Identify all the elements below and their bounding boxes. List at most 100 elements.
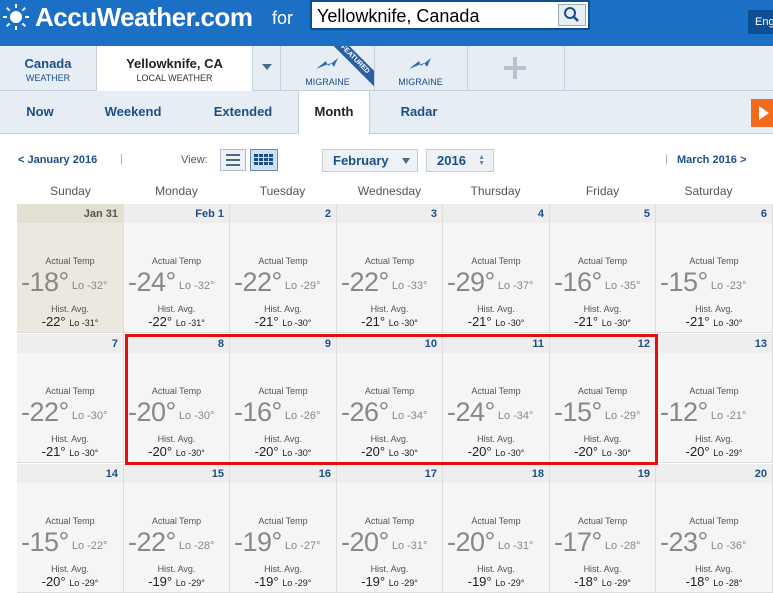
- month-select[interactable]: February: [322, 149, 418, 172]
- search-button[interactable]: [558, 4, 586, 26]
- hist-avg-label: Hist. Avg.: [264, 564, 302, 574]
- lightning-icon: [409, 58, 431, 69]
- migraine-tab[interactable]: MIGRAINE: [374, 46, 468, 90]
- hist-avg-temps: -22° Lo -31°: [124, 314, 229, 329]
- hist-avg-label: Hist. Avg.: [477, 564, 515, 574]
- actual-temp-label: Actual Temp: [45, 516, 95, 526]
- calendar-grid-icon: [254, 154, 273, 165]
- calendar-day-cell[interactable]: Jan 31 Actual Temp -18° Lo -32° Hist. Avg. -2…: [17, 204, 124, 333]
- video-play-button[interactable]: [751, 99, 773, 127]
- weekday-monday: Monday: [155, 184, 198, 198]
- calendar-day-cell[interactable]: 18 Actual Temp -20° Lo -31° Hist. Avg. -19° L…: [443, 464, 550, 593]
- actual-low-temp: Lo -22°: [71, 540, 108, 552]
- hist-avg-temps: -18° Lo -28°: [656, 574, 772, 589]
- chevron-down-icon: [402, 158, 410, 164]
- top-header: AccuWeather.com for Eng: [0, 0, 773, 46]
- tab-extended[interactable]: Extended: [198, 91, 288, 133]
- city-weather-tab[interactable]: Yellowknife, CA LOCAL WEATHER: [96, 46, 253, 91]
- country-weather-tab[interactable]: Canada WEATHER: [0, 46, 96, 90]
- hist-low-temp: Lo -30°: [495, 318, 525, 328]
- tab-now[interactable]: Now: [10, 91, 70, 133]
- hist-high-temp: -21°: [685, 314, 710, 329]
- day-header: [17, 334, 123, 353]
- tab-month[interactable]: Month: [298, 91, 370, 134]
- actual-temp-label: Actual Temp: [258, 516, 308, 526]
- day-number: 3: [430, 208, 437, 220]
- actual-low-temp: Lo -31°: [497, 540, 534, 552]
- day-number: 2: [324, 208, 331, 220]
- hist-high-temp: -19°: [254, 574, 279, 589]
- actual-high-temp: -15°: [660, 267, 708, 297]
- calendar-day-cell[interactable]: Feb 1 Actual Temp -24° Lo -32° Hist. Avg. -22…: [124, 204, 230, 333]
- calendar-day-cell[interactable]: 13 Actual Temp -12° Lo -21° Hist. Avg. -20° L…: [656, 334, 773, 463]
- location-search: [310, 0, 590, 30]
- language-button[interactable]: Eng: [748, 10, 773, 34]
- calendar-day-cell[interactable]: 14 Actual Temp -15° Lo -22° Hist. Avg. -20° L…: [17, 464, 124, 593]
- hist-avg-label: Hist. Avg.: [477, 304, 515, 314]
- hist-high-temp: -21°: [467, 314, 492, 329]
- hist-avg-temps: -22° Lo -31°: [17, 314, 123, 329]
- hist-avg-temps: -21° Lo -30°: [656, 314, 772, 329]
- prev-month-link[interactable]: < January 2016: [18, 154, 97, 166]
- hist-avg-label: Hist. Avg.: [51, 434, 89, 444]
- hist-avg-label: Hist. Avg.: [583, 304, 622, 314]
- weekday-tuesday: Tuesday: [259, 184, 306, 198]
- hist-low-temp: Lo -30°: [601, 318, 631, 328]
- actual-high-temp: -19°: [234, 527, 282, 557]
- actual-low-temp: Lo -29°: [284, 280, 321, 292]
- hist-avg-temps: -19° Lo -29°: [337, 574, 442, 589]
- calendar-day-cell[interactable]: 16 Actual Temp -19° Lo -27° Hist. Avg. -19° L…: [230, 464, 337, 593]
- year-select-value: 2016: [437, 153, 466, 168]
- city-sub: LOCAL WEATHER: [136, 73, 213, 83]
- hist-avg-label: Hist. Avg.: [695, 304, 733, 314]
- calendar-day-cell[interactable]: 20 Actual Temp -23° Lo -36° Hist. Avg. -18° L…: [656, 464, 773, 593]
- actual-high-temp: -29°: [447, 267, 495, 297]
- tab-radar[interactable]: Radar: [384, 91, 454, 133]
- hist-high-temp: -19°: [467, 574, 492, 589]
- hist-avg-label: Hist. Avg.: [370, 564, 409, 574]
- actual-temp-label: Actual Temp: [364, 256, 415, 266]
- year-select[interactable]: 2016 ▲ ▼: [426, 149, 494, 172]
- hist-high-temp: -21°: [361, 314, 386, 329]
- forecast-nav: Now Weekend Extended Month Radar: [0, 91, 773, 134]
- search-input[interactable]: [317, 4, 557, 28]
- day-number: 19: [637, 468, 650, 480]
- day-number: 20: [754, 468, 767, 480]
- next-month-link[interactable]: March 2016 >: [677, 154, 746, 166]
- country-sub: WEATHER: [25, 73, 71, 83]
- hist-high-temp: -21°: [574, 314, 599, 329]
- calendar-day-cell[interactable]: 6 Actual Temp -15° Lo -23° Hist. Avg. -21° Lo…: [656, 204, 773, 333]
- list-view-button[interactable]: [220, 149, 246, 171]
- calendar-day-cell[interactable]: 3 Actual Temp -22° Lo -33° Hist. Avg. -21° Lo…: [337, 204, 443, 333]
- calendar-day-cell[interactable]: 15 Actual Temp -22° Lo -28° Hist. Avg. -19° L…: [124, 464, 230, 593]
- site-logo[interactable]: AccuWeather.com: [35, 2, 253, 33]
- day-number: 13: [754, 338, 767, 350]
- actual-low-temp: Lo -30°: [71, 410, 108, 422]
- calendar-day-cell[interactable]: 7 Actual Temp -22° Lo -30° Hist. Avg. -21° Lo…: [17, 334, 124, 463]
- actual-low-temp: Lo -35°: [604, 280, 641, 292]
- grid-view-button[interactable]: [250, 149, 278, 171]
- calendar-day-cell[interactable]: 2 Actual Temp -22° Lo -29° Hist. Avg. -21° Lo…: [230, 204, 337, 333]
- divider: |: [665, 153, 668, 165]
- migraine-label: MIGRAINE: [398, 77, 443, 87]
- actual-temp-label: Actual Temp: [45, 256, 95, 266]
- day-number: 4: [537, 208, 544, 220]
- hist-avg-label: Hist. Avg.: [583, 564, 622, 574]
- hist-avg-temps: -19° Lo -29°: [230, 574, 336, 589]
- location-dropdown[interactable]: [252, 46, 281, 90]
- migraine-featured-tab[interactable]: FEATURED MIGRAINE: [281, 46, 375, 90]
- location-bar: Canada WEATHER Yellowknife, CA LOCAL WEA…: [0, 46, 773, 91]
- actual-low-temp: Lo -32°: [178, 280, 215, 292]
- tab-weekend[interactable]: Weekend: [88, 91, 178, 133]
- day-number: 17: [424, 468, 437, 480]
- actual-low-temp: Lo -37°: [497, 280, 534, 292]
- actual-low-temp: Lo -31°: [391, 540, 428, 552]
- add-location-button[interactable]: [468, 46, 565, 90]
- calendar-day-cell[interactable]: 19 Actual Temp -17° Lo -28° Hist. Avg. -18° L…: [550, 464, 656, 593]
- calendar-day-cell[interactable]: 5 Actual Temp -16° Lo -35° Hist. Avg. -21° Lo…: [550, 204, 656, 333]
- calendar-day-cell[interactable]: 4 Actual Temp -29° Lo -37° Hist. Avg. -21° Lo…: [443, 204, 550, 333]
- actual-high-temp: -22°: [341, 267, 389, 297]
- actual-high-temp: -16°: [554, 267, 602, 297]
- calendar-day-cell[interactable]: 17 Actual Temp -20° Lo -31° Hist. Avg. -19° L…: [337, 464, 443, 593]
- divider: |: [120, 153, 123, 165]
